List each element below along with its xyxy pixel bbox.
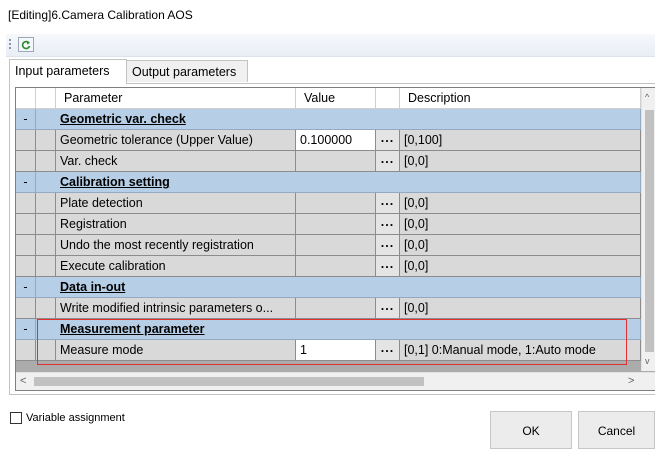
param-name: Var. check	[56, 151, 296, 172]
tab-input-parameters[interactable]: Input parameters	[9, 59, 127, 84]
param-value-field[interactable]	[296, 193, 376, 214]
parameter-grid: Parameter Value Description - Geometric …	[15, 87, 655, 391]
row-indent	[36, 256, 56, 277]
param-name: Execute calibration	[56, 256, 296, 277]
param-description: [0,1] 0:Manual mode, 1:Auto mode	[400, 340, 641, 361]
row-indent	[36, 340, 56, 361]
param-row-undo-registration[interactable]: Undo the most recently registration ... …	[16, 235, 641, 256]
param-name: Plate detection	[56, 193, 296, 214]
header-blank-cell	[16, 88, 36, 109]
scroll-up-icon[interactable]: ^	[645, 92, 649, 102]
ellipsis-button[interactable]: ...	[376, 214, 400, 235]
row-margin	[16, 151, 36, 172]
param-row-measure-mode[interactable]: Measure mode 1 ... [0,1] 0:Manual mode, …	[16, 340, 641, 361]
toolbar-grip[interactable]	[9, 39, 11, 51]
param-row-plate-detection[interactable]: Plate detection ... [0,0]	[16, 193, 641, 214]
param-description: [0,100]	[400, 130, 641, 151]
vertical-scroll-thumb[interactable]	[645, 110, 654, 352]
column-header-value[interactable]: Value	[296, 88, 376, 109]
scroll-right-icon[interactable]: >	[628, 375, 634, 387]
refresh-icon	[21, 40, 31, 49]
ellipsis-button[interactable]: ...	[376, 298, 400, 319]
column-header-description[interactable]: Description	[400, 88, 641, 109]
tab-output-parameters[interactable]: Output parameters	[126, 60, 248, 82]
horizontal-scrollbar[interactable]: < >	[16, 372, 655, 390]
variable-assignment-label: Variable assignment	[26, 412, 125, 424]
param-name: Measure mode	[56, 340, 296, 361]
param-value-field[interactable]	[296, 256, 376, 277]
param-row-execute-calibration[interactable]: Execute calibration ... [0,0]	[16, 256, 641, 277]
param-description: [0,0]	[400, 235, 641, 256]
horizontal-scroll-thumb[interactable]	[34, 377, 424, 386]
row-margin	[16, 193, 36, 214]
group-label: Calibration setting	[60, 175, 170, 189]
ok-button[interactable]: OK	[490, 411, 572, 449]
ellipsis-button[interactable]: ...	[376, 130, 400, 151]
row-indent	[36, 298, 56, 319]
group-row-data-in-out[interactable]: - Data in-out	[16, 277, 641, 298]
window-title: [Editing]6.Camera Calibration AOS	[8, 8, 193, 22]
param-description: [0,0]	[400, 193, 641, 214]
row-indent	[36, 235, 56, 256]
variable-assignment-option[interactable]: Variable assignment	[10, 412, 125, 424]
param-value-field[interactable]	[296, 214, 376, 235]
toolbar	[6, 34, 655, 57]
ellipsis-button[interactable]: ...	[376, 340, 400, 361]
param-name: Geometric tolerance (Upper Value)	[56, 130, 296, 151]
param-description: [0,0]	[400, 298, 641, 319]
collapse-toggle[interactable]: -	[16, 172, 36, 193]
param-description: [0,0]	[400, 151, 641, 172]
param-name: Write modified intrinsic parameters o...	[56, 298, 296, 319]
row-margin	[16, 340, 36, 361]
column-header-blank	[376, 88, 400, 109]
group-label: Measurement parameter	[60, 322, 205, 336]
row-indent	[36, 193, 56, 214]
row-margin	[16, 235, 36, 256]
param-name: Registration	[56, 214, 296, 235]
ellipsis-button[interactable]: ...	[376, 235, 400, 256]
ellipsis-button[interactable]: ...	[376, 151, 400, 172]
collapse-toggle[interactable]: -	[16, 319, 36, 340]
row-margin	[16, 130, 36, 151]
param-value-field[interactable]: 0.100000	[296, 130, 376, 151]
scroll-left-icon[interactable]: <	[20, 375, 26, 387]
ellipsis-button[interactable]: ...	[376, 193, 400, 214]
cancel-button[interactable]: Cancel	[578, 411, 655, 449]
param-row-geometric-tolerance[interactable]: Geometric tolerance (Upper Value) 0.1000…	[16, 130, 641, 151]
grid-header-row: Parameter Value Description	[16, 88, 641, 109]
row-margin	[16, 256, 36, 277]
refresh-button[interactable]	[18, 37, 34, 52]
group-row-calibration-setting[interactable]: - Calibration setting	[16, 172, 641, 193]
row-margin	[16, 214, 36, 235]
param-value-field[interactable]	[296, 151, 376, 172]
collapse-toggle[interactable]: -	[16, 109, 36, 130]
param-row-registration[interactable]: Registration ... [0,0]	[16, 214, 641, 235]
group-row-measurement-parameter[interactable]: - Measurement parameter	[16, 319, 641, 340]
header-blank-cell	[36, 88, 56, 109]
group-label: Geometric var. check	[60, 112, 186, 126]
group-row-geometric-var-check[interactable]: - Geometric var. check	[16, 109, 641, 130]
param-name: Undo the most recently registration	[56, 235, 296, 256]
collapse-toggle[interactable]: -	[16, 277, 36, 298]
row-indent	[36, 151, 56, 172]
tab-panel: Parameter Value Description - Geometric …	[9, 83, 655, 395]
row-indent	[36, 130, 56, 151]
group-label: Data in-out	[60, 280, 126, 294]
param-description: [0,0]	[400, 256, 641, 277]
vertical-scrollbar[interactable]: ^ v	[641, 88, 655, 371]
scroll-down-icon[interactable]: v	[645, 356, 650, 366]
param-row-var-check[interactable]: Var. check ... [0,0]	[16, 151, 641, 172]
param-description: [0,0]	[400, 214, 641, 235]
param-row-write-intrinsic[interactable]: Write modified intrinsic parameters o...…	[16, 298, 641, 319]
row-indent	[36, 214, 56, 235]
ellipsis-button[interactable]: ...	[376, 256, 400, 277]
column-header-parameter[interactable]: Parameter	[56, 88, 296, 109]
param-value-field[interactable]	[296, 235, 376, 256]
param-value-field[interactable]: 1	[296, 340, 376, 361]
row-margin	[16, 298, 36, 319]
param-value-field[interactable]	[296, 298, 376, 319]
variable-assignment-checkbox[interactable]	[10, 412, 22, 424]
